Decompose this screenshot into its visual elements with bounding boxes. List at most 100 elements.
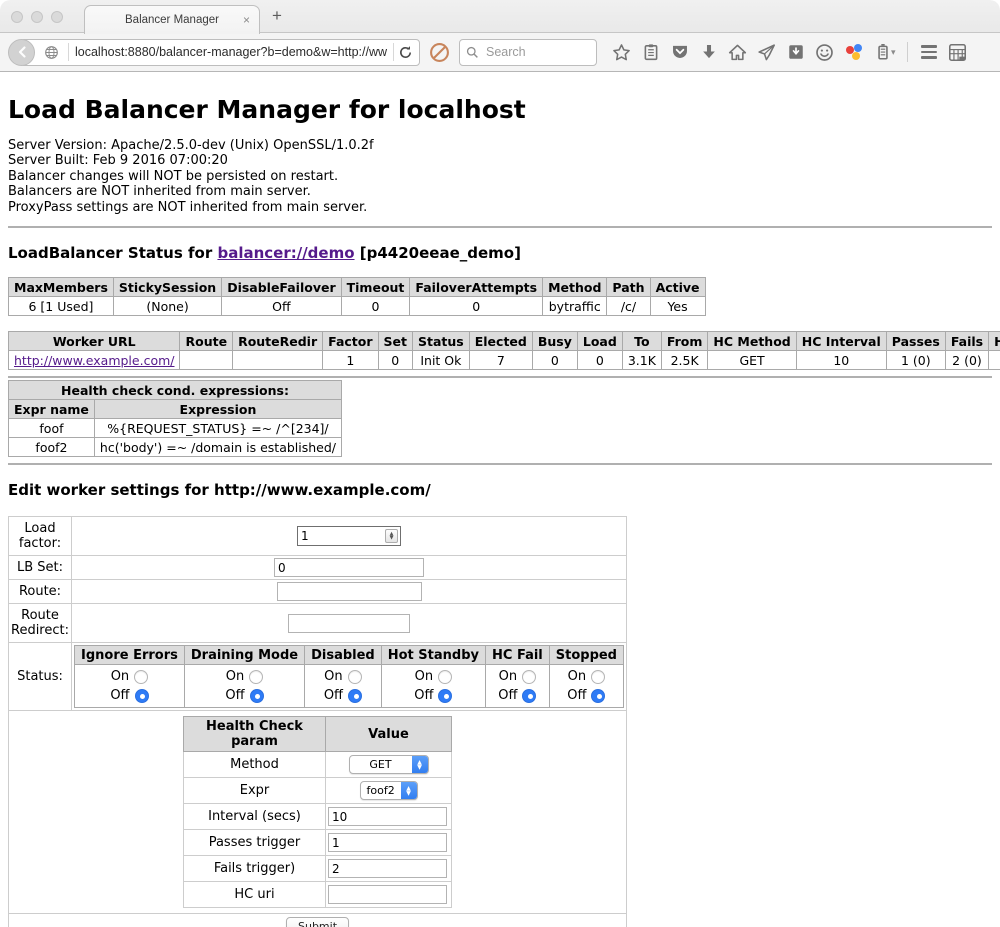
bookmark-star-icon[interactable] <box>607 39 636 66</box>
cell-hc-interval: 10 <box>796 351 886 370</box>
extension-colordots-icon[interactable] <box>839 39 868 66</box>
url-bar[interactable] <box>20 39 420 66</box>
workers-table: Worker URL Route RouteRedir Factor Set S… <box>8 331 1000 370</box>
on-label: On <box>226 669 244 684</box>
downloads-icon[interactable] <box>694 39 723 66</box>
hot-standby-on-radio[interactable] <box>438 670 452 684</box>
cell-set: 0 <box>378 351 412 370</box>
zoom-window-button[interactable] <box>51 11 63 23</box>
minimize-window-button[interactable] <box>31 11 43 23</box>
cell-stickysession: (None) <box>113 297 221 316</box>
browser-window: Balancer Manager × + <box>0 0 1000 927</box>
col-draining-mode: Draining Mode <box>184 646 304 665</box>
table-header-row: Expr name Expression <box>9 400 342 419</box>
expr-select[interactable]: foof2 ▲▼ <box>360 781 418 800</box>
send-page-icon[interactable] <box>752 39 781 66</box>
cell-hc-method: GET <box>708 351 796 370</box>
form-row-lb-set: LB Set: <box>9 556 627 580</box>
disabled-off-radio[interactable] <box>348 689 362 703</box>
pocket-icon[interactable] <box>665 39 694 66</box>
search-bar[interactable] <box>459 39 597 66</box>
method-select[interactable]: GET ▲▼ <box>349 755 429 774</box>
lb-set-label: LB Set: <box>9 556 72 580</box>
col-route: Route <box>180 332 233 351</box>
col-worker-url: Worker URL <box>9 332 180 351</box>
stopped-on-radio[interactable] <box>591 670 605 684</box>
interval-input[interactable] <box>328 807 447 826</box>
off-label: Off <box>110 688 129 703</box>
status-cell-disabled: On Off <box>305 665 382 708</box>
worker-url-link[interactable]: http://www.example.com/ <box>14 353 174 368</box>
hc-fail-off-radio[interactable] <box>522 689 536 703</box>
reading-list-icon[interactable] <box>636 39 665 66</box>
balancer-params-table: MaxMembers StickySession DisableFailover… <box>8 277 706 316</box>
hc-uri-input[interactable] <box>328 885 447 904</box>
balancer-link[interactable]: balancer://demo <box>217 244 354 262</box>
chat-smiley-icon[interactable] <box>810 39 839 66</box>
menu-hamburger-icon[interactable] <box>914 39 943 66</box>
new-tab-button[interactable]: + <box>272 6 282 26</box>
hot-standby-off-radio[interactable] <box>438 689 452 703</box>
select-stepper-icon: ▲▼ <box>412 755 428 774</box>
search-icon <box>466 46 479 59</box>
tile-grid-icon[interactable] <box>943 39 972 66</box>
form-row-route: Route: <box>9 580 627 604</box>
col-timeout: Timeout <box>341 278 410 297</box>
submit-button[interactable]: Submit <box>286 917 349 927</box>
fails-input[interactable] <box>328 859 447 878</box>
hc-fail-on-radio[interactable] <box>522 670 536 684</box>
col-failoverattempts: FailoverAttempts <box>410 278 543 297</box>
passes-input[interactable] <box>328 833 447 852</box>
hc-expressions-table: Health check cond. expressions: Expr nam… <box>8 380 342 457</box>
status-radio-row: On Off On Off On Off <box>75 665 624 708</box>
cell-busy: 0 <box>532 351 577 370</box>
tab-title: Balancer Manager <box>125 14 219 26</box>
on-label: On <box>415 669 433 684</box>
lb-set-input[interactable] <box>274 558 424 577</box>
home-icon[interactable] <box>723 39 752 66</box>
toolbar-separator <box>907 42 908 62</box>
col-expression: Expression <box>94 400 341 419</box>
tab-balancer-manager[interactable]: Balancer Manager × <box>84 5 260 34</box>
route-redirect-input[interactable] <box>288 614 410 633</box>
cell-elected: 7 <box>469 351 532 370</box>
ignore-errors-on-radio[interactable] <box>134 670 148 684</box>
table-header-row: Worker URL Route RouteRedir Factor Set S… <box>9 332 1000 351</box>
col-from: From <box>661 332 708 351</box>
col-disabled: Disabled <box>305 646 382 665</box>
disabled-on-radio[interactable] <box>348 670 362 684</box>
draining-mode-on-radio[interactable] <box>249 670 263 684</box>
cell-status: Init Ok <box>413 351 470 370</box>
hc-row-method: Method GET ▲▼ <box>184 752 452 778</box>
expression-row: foof2 hc('body') =~ /domain is establish… <box>9 438 342 457</box>
load-factor-input[interactable] <box>298 529 385 543</box>
server-version-line: Server Version: Apache/2.5.0-dev (Unix) … <box>8 138 992 153</box>
ignore-errors-off-radio[interactable] <box>135 689 149 703</box>
form-row-status: Status: Ignore Errors Draining Mode Disa… <box>9 643 627 711</box>
chevron-down-icon[interactable]: ▾ <box>891 47 901 58</box>
back-button[interactable] <box>8 39 35 66</box>
tab-close-icon[interactable]: × <box>243 13 250 27</box>
route-label: Route: <box>9 580 72 604</box>
save-to-device-icon[interactable] <box>781 39 810 66</box>
proxypass-note-line: ProxyPass settings are NOT inherited fro… <box>8 200 992 215</box>
number-stepper-icon[interactable]: ▲▼ <box>385 529 398 543</box>
status-label: Status: <box>9 643 72 711</box>
draining-mode-off-radio[interactable] <box>250 689 264 703</box>
url-input[interactable] <box>73 44 389 60</box>
off-label: Off <box>567 688 586 703</box>
reload-button[interactable] <box>398 45 413 60</box>
cell-expr-name: foof2 <box>9 438 95 457</box>
load-factor-label: Load factor: <box>9 517 72 556</box>
close-window-button[interactable] <box>11 11 23 23</box>
method-selected-value: GET <box>350 758 412 771</box>
search-input[interactable] <box>484 44 584 60</box>
col-disablefailover: DisableFailover <box>222 278 341 297</box>
method-label: Method <box>184 752 326 778</box>
heading-prefix: LoadBalancer Status for <box>8 244 217 262</box>
stopped-off-radio[interactable] <box>591 689 605 703</box>
content-blocked-icon[interactable] <box>429 42 450 63</box>
route-input[interactable] <box>277 582 422 601</box>
edit-worker-heading: Edit worker settings for http://www.exam… <box>8 481 992 499</box>
worker-row: http://www.example.com/ 1 0 Init Ok 7 0 … <box>9 351 1000 370</box>
